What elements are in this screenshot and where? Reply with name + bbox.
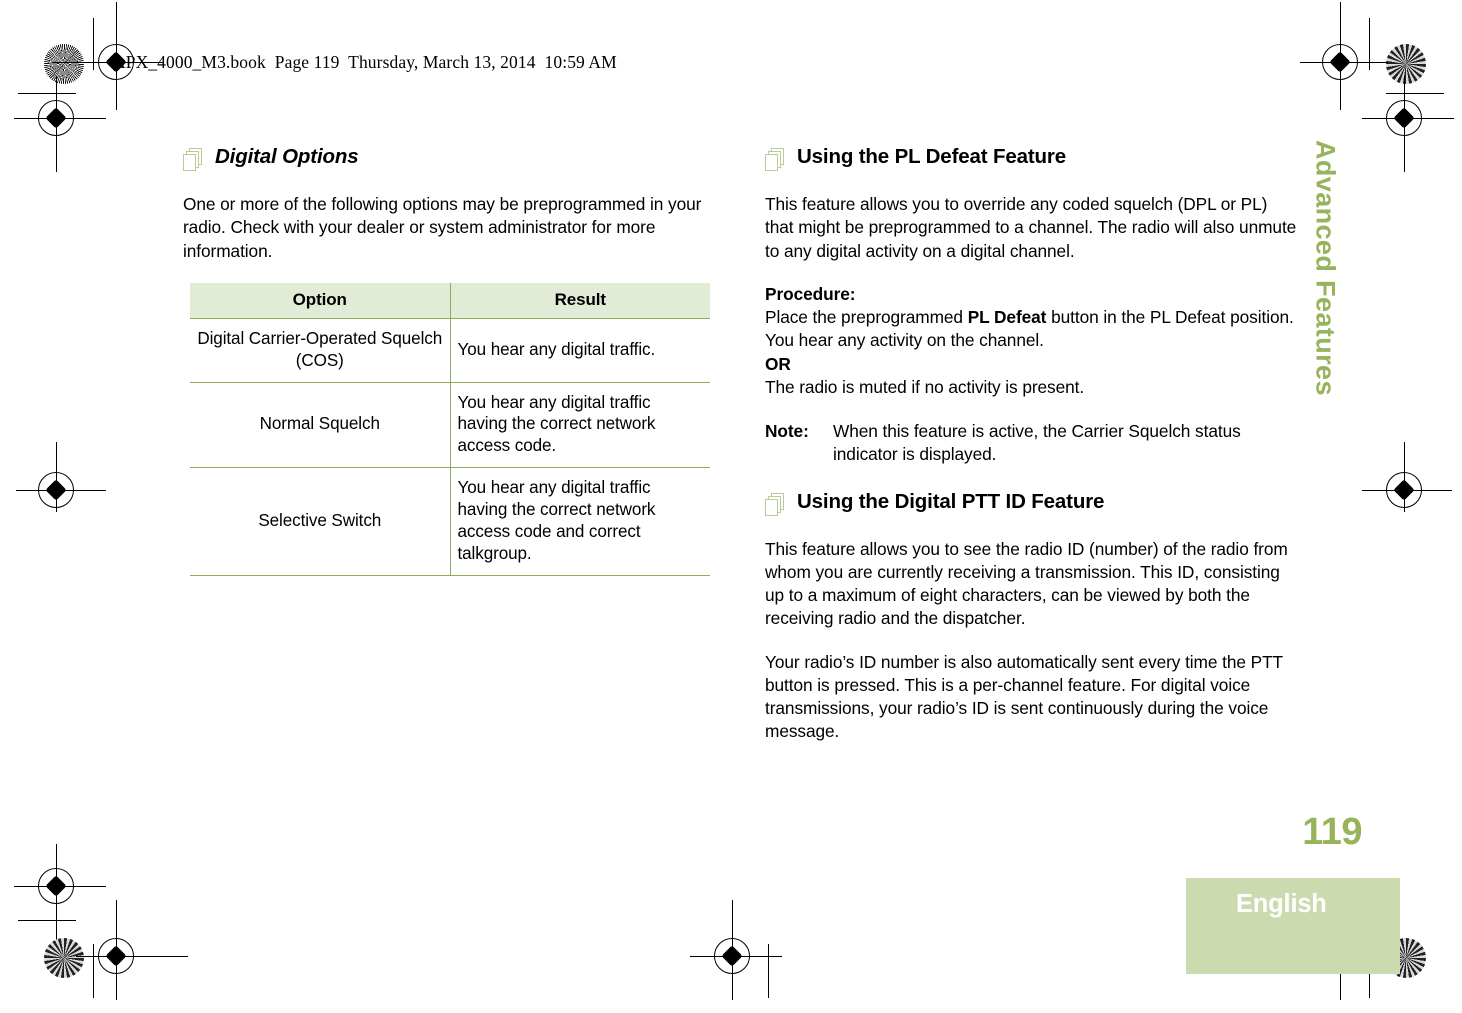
cell-result: You hear any digital traffic. (450, 318, 710, 383)
left-column: Digital Options One or more of the follo… (183, 145, 716, 576)
heading-digital-ptt-id: Using the Digital PTT ID Feature (765, 489, 1298, 516)
registration-crosshair-icon (14, 76, 106, 172)
column-header-option: Option (190, 282, 451, 319)
registration-burst-icon (44, 44, 84, 84)
ptt-id-paragraph-1: This feature allows you to see the radio… (765, 538, 1288, 629)
table-row: Digital Carrier-Operated Squelch (COS) Y… (190, 318, 710, 383)
heading-label: Using the Digital PTT ID Feature (797, 489, 1105, 513)
table-header-row: Option Result (190, 282, 710, 319)
column-header-result: Result (450, 282, 710, 319)
registration-crosshair-icon (14, 844, 106, 940)
cell-result: You hear any digital traffic having the … (450, 382, 710, 469)
trim-line (18, 920, 76, 922)
procedure-label: Procedure: (765, 283, 856, 304)
procedure-step-1: Place the preprogrammed PL Defeat button… (765, 306, 1298, 353)
right-column: Using the PL Defeat Feature This feature… (765, 145, 1298, 744)
page-number: 119 (1302, 811, 1362, 853)
registration-burst-icon (1386, 44, 1426, 84)
chapter-thumb-tab: Advanced Features (1296, 140, 1354, 520)
cell-option: Selective Switch (190, 467, 451, 576)
procedure-step-1-pre: Place the preprogrammed (765, 307, 968, 327)
table-row: Selective Switch You hear any digital tr… (190, 467, 710, 576)
table-row: Normal Squelch You hear any digital traf… (190, 382, 710, 469)
or-label: OR (765, 353, 791, 374)
registration-crosshair-icon (76, 900, 188, 1000)
intro-paragraph: One or more of the following options may… (183, 194, 702, 261)
heading-label: Using the PL Defeat Feature (797, 145, 1066, 168)
cell-option: Digital Carrier-Operated Squelch (COS) (190, 318, 451, 383)
language-bar: English (1186, 878, 1400, 974)
stacked-pages-icon (183, 148, 204, 171)
stacked-pages-icon (765, 492, 786, 516)
running-head: APX_4000_M3.book Page 119 Thursday, Marc… (113, 52, 617, 72)
ptt-id-paragraph-2: Your radio’s ID number is also automatic… (765, 651, 1283, 742)
language-label: English (1236, 890, 1327, 918)
cell-option: Normal Squelch (190, 382, 451, 469)
heading-pl-defeat: Using the PL Defeat Feature (765, 145, 1298, 171)
registration-crosshair-icon (1362, 442, 1452, 512)
note-block: Note: When this feature is active, the C… (765, 420, 1298, 467)
heading-digital-options: Digital Options (183, 145, 716, 171)
chapter-thumb-tab-label: Advanced Features (1310, 140, 1341, 396)
trim-line (18, 93, 76, 95)
registration-crosshair-icon (690, 900, 782, 1000)
registration-crosshair-icon (16, 442, 106, 512)
note-text: When this feature is active, the Carrier… (833, 421, 1241, 465)
heading-label: Digital Options (215, 145, 359, 168)
pl-defeat-button-name: PL Defeat (967, 307, 1047, 327)
trim-line (93, 944, 95, 998)
registration-crosshair-icon (1300, 2, 1388, 110)
registration-crosshair-icon (1362, 76, 1454, 172)
note-label: Note: (765, 421, 809, 441)
procedure-step-2: The radio is muted if no activity is pre… (765, 376, 1085, 397)
trim-line (93, 18, 95, 70)
pl-defeat-intro: This feature allows you to override any … (765, 194, 1297, 261)
trim-line (1369, 18, 1371, 70)
procedure-block: Procedure: Place the preprogrammed PL De… (765, 283, 1298, 399)
stacked-pages-icon (765, 148, 786, 171)
cell-result: You hear any digital traffic having the … (450, 467, 710, 576)
trim-line (1386, 93, 1444, 95)
digital-options-table: Option Result Digital Carrier-Operated S… (190, 282, 710, 576)
trim-line (768, 944, 770, 998)
registration-burst-icon (44, 938, 84, 978)
